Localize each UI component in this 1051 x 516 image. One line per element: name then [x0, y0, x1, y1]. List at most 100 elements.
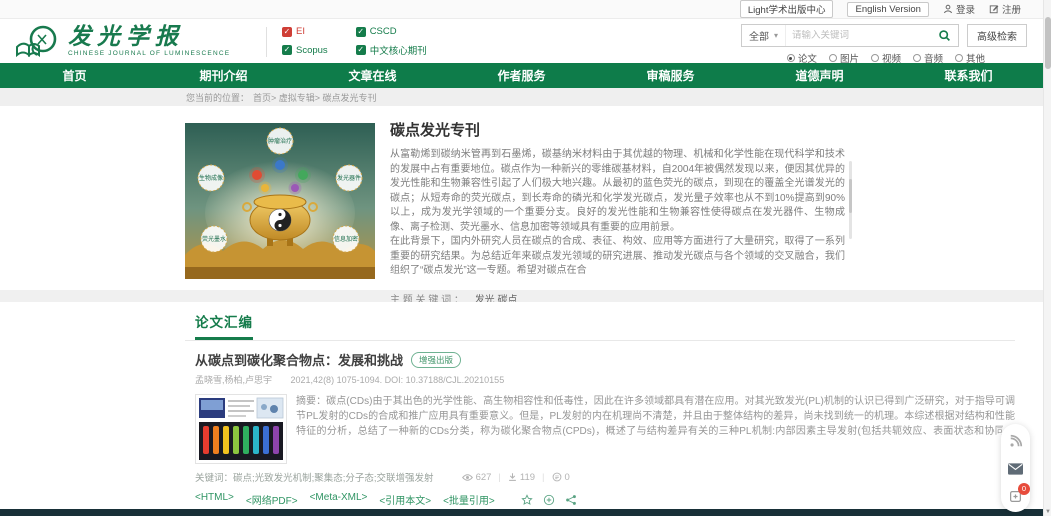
- rss-icon: [1009, 434, 1023, 448]
- link-web-pdf[interactable]: <网络PDF>: [246, 492, 298, 507]
- check-icon: [282, 45, 292, 55]
- search-scope-select[interactable]: 全部 ▾: [742, 25, 786, 46]
- tab-paper-collection[interactable]: 论文汇编: [195, 311, 253, 340]
- article-links: <HTML> <网络PDF> <Meta-XML> <引用本文> <批量引用>: [195, 492, 495, 507]
- article-abstract: 摘要：碳点(CDs)由于其出色的光学性能、高生物相容性和低毒性，因此在许多领域都…: [296, 394, 1015, 439]
- rss-button[interactable]: [1009, 434, 1023, 448]
- email-alert-button[interactable]: [1008, 463, 1023, 475]
- breadcrumb-path[interactable]: 首页> 虚拟专辑> 碳点发光专刊: [253, 91, 377, 104]
- scrollbar-down-arrow[interactable]: ▼: [1044, 509, 1051, 515]
- article-actions: [521, 494, 577, 506]
- index-badges: EI CSCD Scopus 中文核心期刊: [282, 26, 427, 57]
- article-keywords: 关键词：碳点;光致发光机制;聚集态;分子态;交联增强发射: [195, 470, 434, 484]
- article-meta: 孟晓雪,杨柏,卢思宇 2021,42(8) 1075-1094. DOI: 10…: [195, 373, 1015, 386]
- radio-icon: [913, 54, 921, 62]
- enhanced-publication-badge: 增强出版: [411, 352, 461, 368]
- favorite-button[interactable]: [521, 494, 533, 506]
- search-box: 全部 ▾: [741, 24, 959, 47]
- radio-icon: [829, 54, 837, 62]
- special-issue-title: 碳点发光专刊: [390, 119, 845, 140]
- register-link[interactable]: 注册: [989, 2, 1021, 16]
- chevron-down-icon: ▾: [774, 31, 778, 40]
- badge-core-journal: 中文核心期刊: [356, 43, 427, 57]
- top-utility-bar: Light学术出版中心 English Version 登录 注册: [0, 0, 1043, 19]
- special-issue-banner-image[interactable]: 肿瘤治疗 生物成像 发光器件 荧光墨水 信息加密: [185, 123, 375, 279]
- article-authors: 孟晓雪,杨柏,卢思宇: [195, 375, 272, 385]
- badge-ei: EI: [282, 26, 328, 37]
- badge-scopus: Scopus: [282, 43, 328, 57]
- banner-tag: 荧光墨水: [202, 235, 226, 243]
- search-area: 全部 ▾ 高级检索 论文 图片 视频 音频 其他: [741, 24, 1027, 65]
- star-icon: [521, 494, 533, 506]
- breadcrumb: 您当前的位置： 首页> 虚拟专辑> 碳点发光专刊: [0, 88, 1043, 106]
- nav-contact-us[interactable]: 联系我们: [894, 63, 1043, 88]
- article-item-1: 从碳点到碳化聚合物点：发展和挑战 增强出版 孟晓雪,杨柏,卢思宇 2021,42…: [195, 350, 1015, 516]
- link-meta-xml[interactable]: <Meta-XML>: [310, 492, 368, 507]
- papers-section: 论文汇编 从碳点到碳化聚合物点：发展和挑战 增强出版 孟晓雪,杨柏,卢思宇 20…: [0, 302, 1043, 516]
- register-icon: [989, 4, 999, 14]
- special-issue-paragraph-1: 从富勒烯到碳纳米管再到石墨烯，碳基纳米材料由于其优越的物理、机械和化学性能在现代…: [390, 148, 845, 235]
- english-version-button[interactable]: English Version: [847, 2, 928, 17]
- banner-tag: 生物成像: [199, 174, 223, 182]
- share-button[interactable]: [565, 494, 577, 506]
- cite-icon: [552, 472, 562, 482]
- journal-title-cn: 发光学报: [68, 25, 230, 49]
- link-cite-this[interactable]: <引用本文>: [379, 492, 431, 507]
- banner-tag: 信息加密: [334, 235, 358, 243]
- plus-circle-icon: [543, 494, 555, 506]
- nav-author-services[interactable]: 作者服务: [447, 63, 596, 88]
- article-source: 2021,42(8) 1075-1094. DOI: 10.37188/CJL.…: [291, 375, 505, 385]
- banner-tag: 肿瘤治疗: [268, 137, 292, 145]
- floating-toolbar: 0: [1001, 424, 1030, 512]
- nav-journal-intro[interactable]: 期刊介绍: [149, 63, 298, 88]
- main-nav: 首页 期刊介绍 文章在线 作者服务 审稿服务 道德声明 联系我们: [0, 63, 1043, 88]
- text-scrollbar[interactable]: [849, 161, 852, 239]
- nav-home[interactable]: 首页: [0, 63, 149, 88]
- download-icon: [508, 472, 517, 482]
- search-icon: [938, 29, 951, 42]
- radio-icon: [871, 54, 879, 62]
- collection-button[interactable]: 0: [1009, 490, 1022, 503]
- radio-icon: [787, 54, 795, 62]
- search-button[interactable]: [931, 29, 958, 42]
- nav-ethics-statement[interactable]: 道德声明: [745, 63, 894, 88]
- banner-tag: 发光器件: [337, 174, 361, 182]
- article-thumbnail[interactable]: [195, 394, 287, 464]
- citations-stat: 0: [552, 472, 570, 483]
- light-center-button[interactable]: Light学术出版中心: [740, 0, 834, 18]
- article-stats: 627 | 119 | 0: [462, 472, 570, 483]
- radio-icon: [955, 54, 963, 62]
- eye-icon: [462, 473, 473, 482]
- article-title[interactable]: 从碳点到碳化聚合物点：发展和挑战: [195, 350, 403, 369]
- special-issue-text: 碳点发光专刊 从富勒烯到碳纳米管再到石墨烯，碳基纳米材料由于其优越的物理、机械和…: [390, 119, 845, 306]
- share-icon: [565, 494, 577, 506]
- journal-logo-icon: [14, 23, 60, 59]
- user-icon: [943, 4, 953, 14]
- page-scrollbar: ▼: [1043, 0, 1051, 516]
- login-link[interactable]: 登录: [943, 2, 975, 16]
- header-divider: [266, 27, 267, 57]
- breadcrumb-label: 您当前的位置：: [186, 91, 249, 104]
- special-issue-section: 肿瘤治疗 生物成像 发光器件 荧光墨水 信息加密 碳点发光专刊 从富勒烯到碳纳米…: [0, 106, 1043, 290]
- special-issue-paragraph-2: 在此背景下，国内外研究人员在碳点的合成、表征、构效、应用等方面进行了大量研究，取…: [390, 235, 845, 279]
- tab-divider: [185, 340, 1015, 341]
- nav-review-services[interactable]: 审稿服务: [596, 63, 745, 88]
- check-icon: [356, 27, 366, 37]
- footer-edge: [0, 509, 1043, 516]
- journal-logo[interactable]: 发光学报 CHINESE JOURNAL OF LUMINESCENCE: [14, 23, 230, 59]
- advanced-search-button[interactable]: 高级检索: [967, 24, 1027, 47]
- badge-cscd: CSCD: [356, 26, 427, 37]
- link-html[interactable]: <HTML>: [195, 492, 234, 507]
- nav-articles-online[interactable]: 文章在线: [298, 63, 447, 88]
- search-input[interactable]: [786, 30, 931, 41]
- notification-badge: 0: [1018, 483, 1030, 495]
- check-icon: [356, 45, 366, 55]
- link-batch-cite[interactable]: <批量引用>: [443, 492, 495, 507]
- scrollbar-thumb[interactable]: [1045, 17, 1051, 69]
- journal-title-en: CHINESE JOURNAL OF LUMINESCENCE: [68, 50, 230, 57]
- mail-icon: [1008, 463, 1023, 475]
- add-button[interactable]: [543, 494, 555, 506]
- views-stat: 627: [462, 472, 492, 483]
- header: 发光学报 CHINESE JOURNAL OF LUMINESCENCE EI …: [0, 19, 1043, 63]
- check-icon: [282, 27, 292, 37]
